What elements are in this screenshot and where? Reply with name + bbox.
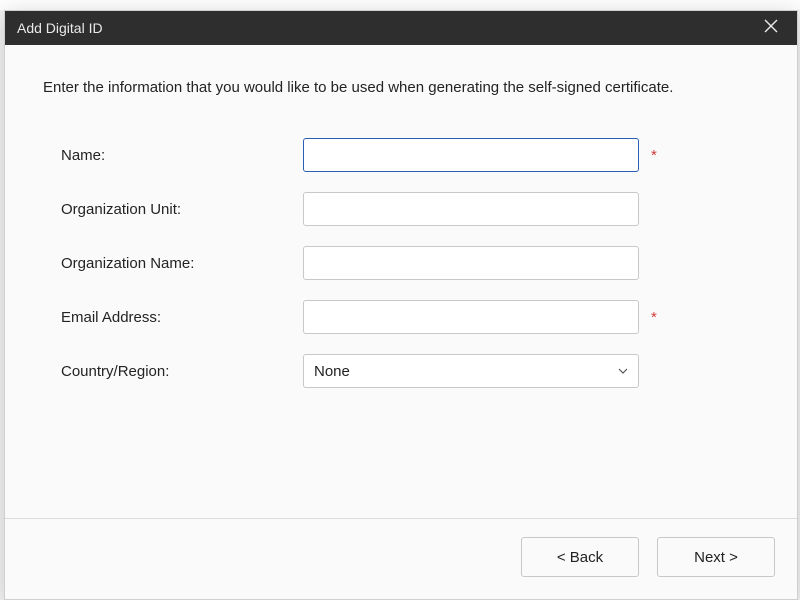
next-button-label: Next >: [694, 549, 738, 566]
add-digital-id-dialog: Add Digital ID Enter the information tha…: [4, 10, 798, 600]
back-button-label: < Back: [557, 549, 603, 566]
back-button[interactable]: < Back: [521, 537, 639, 577]
country-select[interactable]: None: [303, 354, 639, 388]
dialog-content: Enter the information that you would lik…: [5, 45, 797, 518]
dialog-titlebar: Add Digital ID: [5, 11, 797, 45]
row-country: Country/Region: None: [43, 354, 759, 388]
chevron-down-icon: [618, 365, 628, 377]
label-name: Name:: [43, 147, 303, 164]
required-marker: *: [651, 147, 657, 164]
org-name-input[interactable]: [303, 246, 639, 280]
org-unit-input[interactable]: [303, 192, 639, 226]
required-marker: *: [651, 309, 657, 326]
name-input[interactable]: [303, 138, 639, 172]
row-org-unit: Organization Unit:: [43, 192, 759, 226]
background-window-fragment: [0, 0, 800, 10]
close-button[interactable]: [757, 14, 785, 42]
label-country: Country/Region:: [43, 363, 303, 380]
instruction-text: Enter the information that you would lik…: [43, 79, 759, 96]
row-org-name: Organization Name:: [43, 246, 759, 280]
next-button[interactable]: Next >: [657, 537, 775, 577]
row-email: Email Address: *: [43, 300, 759, 334]
label-org-unit: Organization Unit:: [43, 201, 303, 218]
row-name: Name: *: [43, 138, 759, 172]
country-select-value: None: [314, 363, 350, 380]
dialog-footer: < Back Next >: [5, 518, 797, 599]
label-email: Email Address:: [43, 309, 303, 326]
close-icon: [764, 19, 778, 38]
email-input[interactable]: [303, 300, 639, 334]
dialog-title: Add Digital ID: [17, 20, 103, 36]
label-org-name: Organization Name:: [43, 255, 303, 272]
